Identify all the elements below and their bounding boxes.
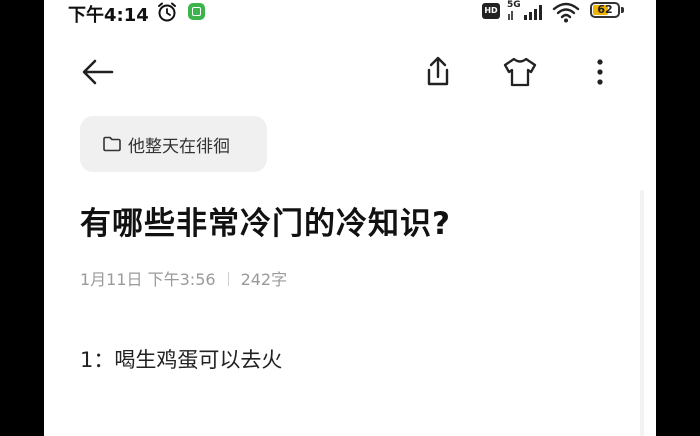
- more-vertical-icon: [597, 59, 603, 85]
- note-date: 1月11日 下午3:56: [80, 270, 216, 289]
- note-body-line[interactable]: 1：喝生鸡蛋可以去火: [80, 344, 282, 374]
- share-button[interactable]: [420, 52, 456, 92]
- note-title[interactable]: 有哪些非常冷门的冷知识?: [80, 198, 640, 243]
- battery-percentage: 62: [597, 3, 613, 16]
- folder-icon: [103, 136, 121, 152]
- app-notification-icon: [188, 3, 205, 20]
- folder-label: 他整天在徘徊: [128, 136, 230, 157]
- more-options-button[interactable]: [584, 54, 616, 90]
- note-meta: 1月11日 下午3:56 242字: [80, 266, 287, 290]
- folder-chip[interactable]: 他整天在徘徊: [80, 116, 267, 172]
- meta-divider: [227, 272, 229, 286]
- signal-strength-icon: [508, 5, 542, 20]
- hd-badge: HD: [482, 3, 500, 19]
- scrollbar-track[interactable]: [640, 190, 644, 436]
- wifi-icon: [552, 2, 580, 23]
- back-button[interactable]: [78, 54, 118, 90]
- share-icon: [427, 56, 449, 86]
- phone-screen: 下午4:14 HD 5G 62 他整天在徘徊 有哪些非常冷门的冷知识? 1月11…: [44, 0, 656, 436]
- alarm-icon: [158, 2, 176, 22]
- status-time: 下午4:14: [68, 5, 149, 26]
- word-count: 242字: [240, 270, 288, 289]
- note-toolbar: [44, 40, 656, 104]
- battery-indicator: 62: [590, 2, 620, 18]
- status-bar: 下午4:14 HD 5G 62: [44, 0, 656, 26]
- battery-cap: [621, 7, 624, 13]
- theme-button[interactable]: [500, 54, 540, 90]
- tshirt-icon: [503, 57, 537, 87]
- arrow-left-icon: [82, 59, 114, 85]
